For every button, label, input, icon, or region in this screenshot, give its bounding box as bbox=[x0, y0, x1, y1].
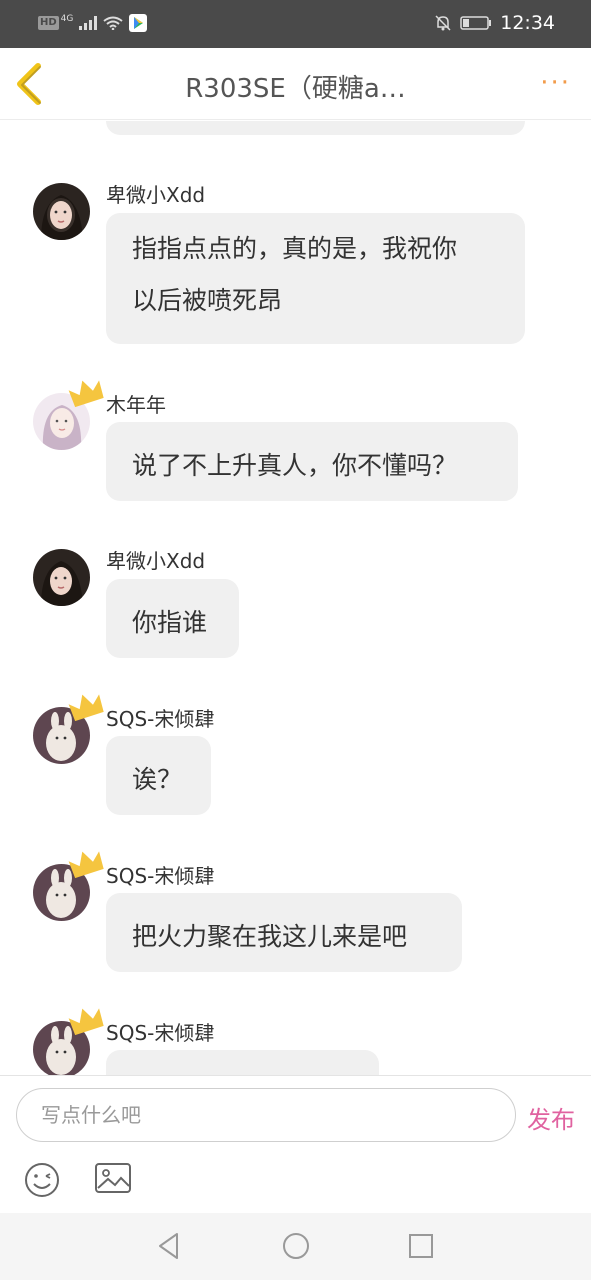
status-right: 12:34 bbox=[434, 12, 555, 34]
crown-icon bbox=[68, 851, 104, 878]
hd-badge: HD bbox=[38, 16, 59, 30]
sender-name: 卑微小Xdd bbox=[106, 183, 206, 207]
circle-home-icon bbox=[283, 1233, 309, 1259]
crown-icon bbox=[68, 694, 104, 721]
battery-icon bbox=[460, 16, 492, 30]
nav-home-button[interactable] bbox=[281, 1231, 311, 1261]
message-text: 诶？ bbox=[132, 765, 183, 794]
image-button[interactable] bbox=[94, 1162, 132, 1196]
message-line: 以后被喷死昂 bbox=[132, 286, 283, 315]
message-text: 把火力聚在我这儿来是吧 bbox=[132, 922, 408, 951]
system-nav-bar bbox=[0, 1213, 591, 1280]
message-bubble[interactable]: 指指点点的，真的是，我祝你 以后被喷死昂 bbox=[106, 213, 525, 344]
user-avatar-dark-hair bbox=[33, 549, 90, 606]
message-bubble[interactable]: 你指谁 bbox=[106, 579, 239, 658]
nav-back-button[interactable] bbox=[155, 1231, 185, 1261]
chevron-left-icon bbox=[17, 63, 41, 105]
square-recents-icon bbox=[409, 1234, 433, 1258]
partial-bubble bbox=[106, 121, 525, 135]
avatar[interactable] bbox=[33, 183, 90, 240]
message-line: 指指点点的，真的是，我祝你 bbox=[132, 234, 458, 263]
clock: 12:34 bbox=[500, 12, 555, 34]
message-text: 说了不上升真人，你不懂吗？ bbox=[132, 451, 458, 480]
avatar[interactable] bbox=[33, 549, 90, 606]
message-bubble[interactable]: 说了不上升真人，你不懂吗？ bbox=[106, 422, 518, 501]
triangle-back-icon bbox=[159, 1233, 178, 1259]
sender-name: SQS-宋倾肆 bbox=[106, 864, 215, 888]
sender-name: 木年年 bbox=[106, 393, 166, 417]
chat-header: R303SE（硬糖a… ··· bbox=[0, 48, 591, 120]
crown-icon bbox=[68, 1008, 104, 1035]
status-left: HD 4G bbox=[38, 14, 148, 32]
message-bubble[interactable]: 诶？ bbox=[106, 736, 211, 815]
wifi-icon bbox=[103, 16, 123, 30]
publish-button[interactable]: 发布 bbox=[527, 1100, 575, 1135]
sender-name: 卑微小Xdd bbox=[106, 549, 206, 573]
signal-icon bbox=[79, 16, 98, 30]
message-text: 你指谁 bbox=[132, 608, 208, 637]
page-title: R303SE（硬糖a… bbox=[185, 74, 406, 104]
bell-muted-icon bbox=[435, 15, 451, 31]
crown-icon bbox=[68, 380, 104, 407]
chat-list[interactable]: 卑微小Xdd 指指点点的，真的是，我祝你 以后被喷死昂 木年年 说了不上升真人，… bbox=[0, 121, 591, 1075]
back-button[interactable] bbox=[12, 62, 52, 106]
message-bubble[interactable] bbox=[106, 1050, 379, 1075]
more-button[interactable]: ··· bbox=[540, 70, 571, 96]
play-store-icon bbox=[129, 14, 148, 32]
image-icon bbox=[95, 1163, 131, 1193]
nav-recents-button[interactable] bbox=[406, 1231, 436, 1261]
input-bar: 写点什么吧 发布 bbox=[0, 1075, 591, 1213]
emoji-icon bbox=[25, 1163, 59, 1197]
message-bubble[interactable]: 把火力聚在我这儿来是吧 bbox=[106, 893, 462, 972]
emoji-button[interactable] bbox=[24, 1162, 60, 1198]
comment-input[interactable]: 写点什么吧 bbox=[16, 1088, 516, 1142]
status-bar: HD 4G 12:34 bbox=[0, 0, 591, 48]
sender-name: SQS-宋倾肆 bbox=[106, 707, 215, 731]
user-avatar-dark-hair bbox=[33, 183, 90, 240]
sender-name: SQS-宋倾肆 bbox=[106, 1021, 215, 1045]
network-label: 4G bbox=[60, 14, 74, 24]
